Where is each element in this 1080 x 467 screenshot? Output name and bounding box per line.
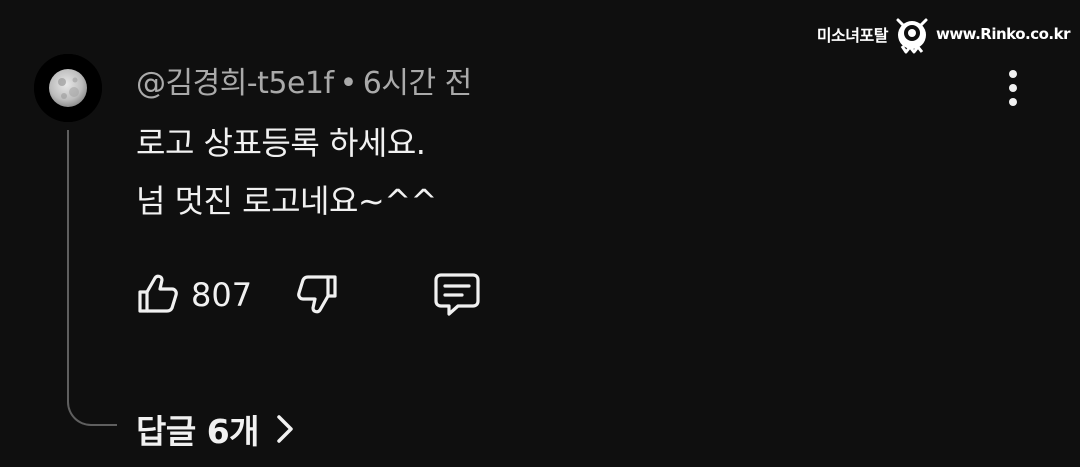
reply-button[interactable] xyxy=(432,270,482,320)
more-vert-icon-dot xyxy=(1009,98,1017,106)
watermark: 미소녀포탈 www.Rinko.co.kr xyxy=(816,14,1071,54)
moon-avatar-icon xyxy=(34,54,102,122)
comment-text-line: 넘 멋진 로고네요~^^ xyxy=(136,182,437,220)
comment-meta: @김경희-t5e1f • 6시간 전 xyxy=(136,58,472,102)
thread-line xyxy=(67,130,117,426)
mascot-icon xyxy=(896,18,928,54)
thumbs-up-icon xyxy=(138,274,178,313)
watermark-url: www.Rinko.co.kr xyxy=(935,25,1071,43)
comment-text-line: 로고 상표등록 하세요. xyxy=(136,124,426,162)
like-count: 807 xyxy=(191,276,253,314)
more-options-button[interactable] xyxy=(996,64,1030,112)
more-vert-icon xyxy=(1009,70,1017,78)
replies-label: 답글 6개 xyxy=(136,412,260,451)
dislike-button[interactable] xyxy=(293,270,341,318)
thumbs-down-icon xyxy=(297,275,337,314)
watermark-site-name: 미소녀포탈 xyxy=(816,26,889,45)
view-replies-button[interactable]: 답글 6개 xyxy=(136,404,297,454)
author-name[interactable]: @김경희-t5e1f xyxy=(136,66,334,101)
comment-time: 6시간 전 xyxy=(362,66,472,101)
like-button[interactable] xyxy=(134,270,182,318)
comment-icon xyxy=(434,273,480,316)
chevron-right-icon xyxy=(277,415,293,443)
avatar[interactable] xyxy=(34,54,102,122)
more-vert-icon-dot xyxy=(1009,84,1017,92)
meta-separator: • xyxy=(339,66,358,101)
